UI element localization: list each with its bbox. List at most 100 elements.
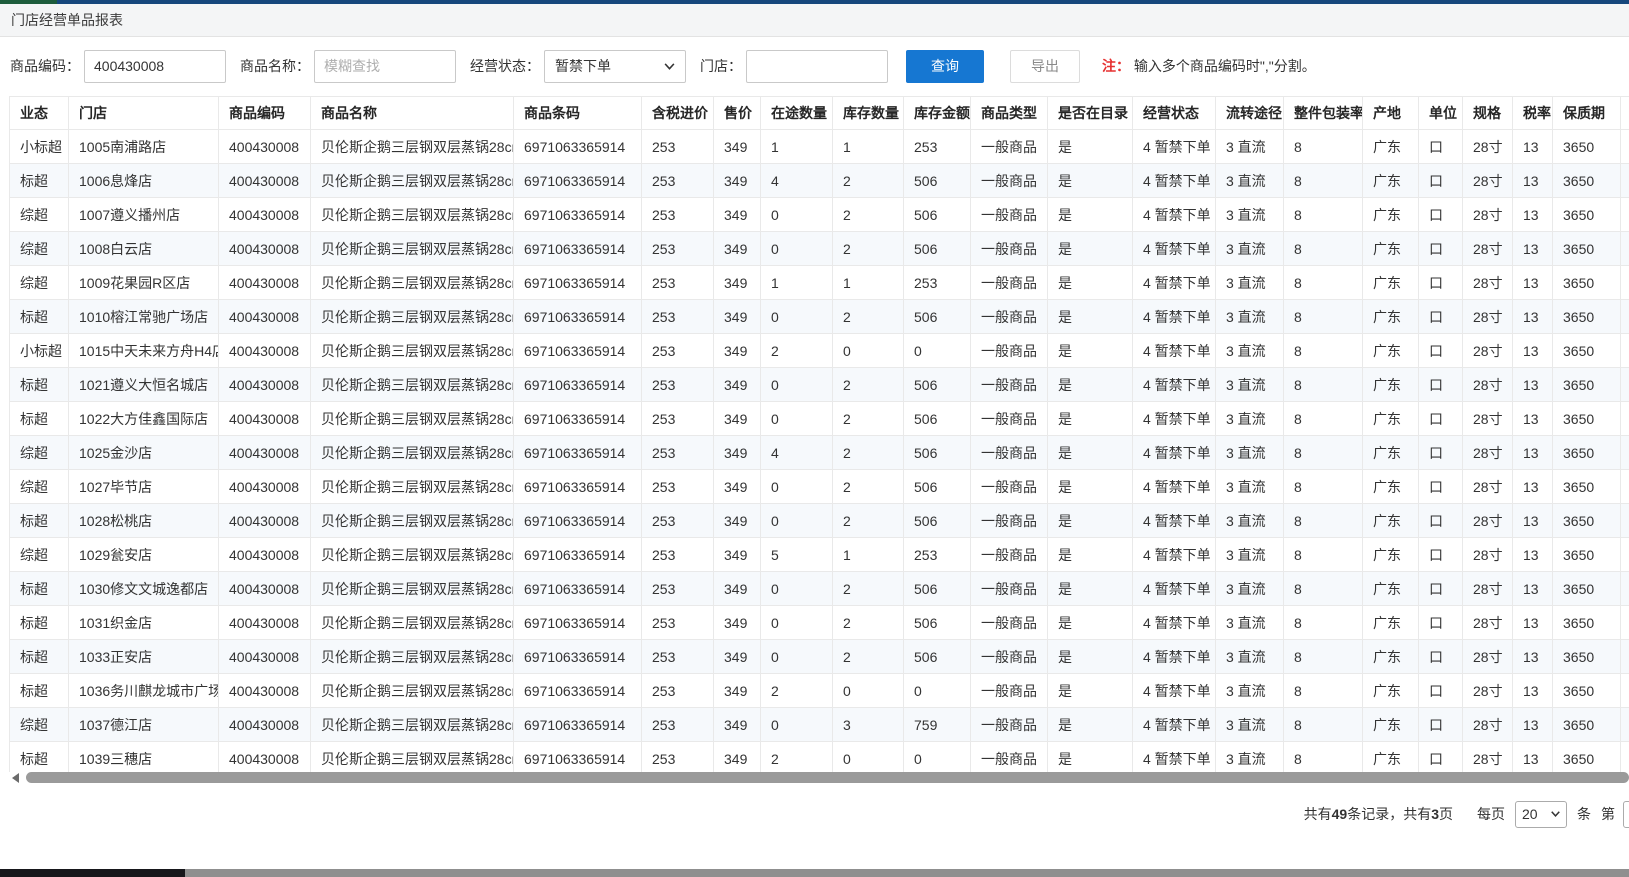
cell-stock_amount: 506: [904, 640, 971, 674]
product-code-label: 商品编码：: [10, 56, 80, 76]
cell-tax_rate: 13: [1513, 606, 1553, 640]
cell-unit: 口: [1419, 572, 1463, 606]
cell-price_with_tax: 253: [642, 266, 714, 300]
column-header-barcode: 商品条码: [514, 97, 642, 130]
cell-unit: 口: [1419, 334, 1463, 368]
cell-status: 4 暂禁下单: [1133, 606, 1216, 640]
cell-spec: 28寸: [1463, 708, 1513, 742]
cell-store: 1036务川麒龙城市广场店: [69, 674, 219, 708]
cell-stock_qty: 2: [833, 572, 904, 606]
bottom-bar-gray-segment[interactable]: [185, 869, 1629, 877]
product-code-input[interactable]: [84, 50, 226, 83]
cell-format: 标超: [10, 640, 69, 674]
search-button[interactable]: 查询: [906, 50, 984, 83]
cell-product_type: 一般商品: [971, 266, 1048, 300]
cell-shelf_life: 3650: [1553, 742, 1621, 773]
cell-format: 小标超: [10, 334, 69, 368]
cell-circulation: 3 直流: [1216, 504, 1284, 538]
cell-format: 综超: [10, 708, 69, 742]
page-number-input[interactable]: [1623, 801, 1629, 828]
cell-in_transit_qty: 1: [761, 130, 833, 164]
table-row: 综超1027毕节店400430008贝伦斯企鹅三层钢双层蒸锅28cm697106…: [10, 470, 1629, 504]
cell-product_name: 贝伦斯企鹅三层钢双层蒸锅28cm: [311, 470, 514, 504]
cell-clipped: [1621, 742, 1629, 773]
cell-product_name: 贝伦斯企鹅三层钢双层蒸锅28cm: [311, 640, 514, 674]
cell-in_transit_qty: 0: [761, 300, 833, 334]
cell-price_with_tax: 253: [642, 300, 714, 334]
cell-retail_price: 349: [714, 300, 761, 334]
cell-store: 1030修文文城逸都店: [69, 572, 219, 606]
cell-origin: 广东: [1363, 640, 1419, 674]
cell-product_name: 贝伦斯企鹅三层钢双层蒸锅28cm: [311, 368, 514, 402]
cell-spec: 28寸: [1463, 164, 1513, 198]
cell-product_code: 400430008: [219, 504, 311, 538]
cell-tax_rate: 13: [1513, 300, 1553, 334]
cell-circulation: 3 直流: [1216, 402, 1284, 436]
cell-retail_price: 349: [714, 334, 761, 368]
cell-unit: 口: [1419, 504, 1463, 538]
cell-pack_rate: 8: [1284, 198, 1363, 232]
scroll-left-arrow-icon[interactable]: [12, 773, 19, 783]
cell-tax_rate: 13: [1513, 538, 1553, 572]
cell-clipped: [1621, 402, 1629, 436]
report-table-wrapper: 业态门店商品编码商品名称商品条码含税进价售价在途数量库存数量库存金额商品类型是否…: [9, 96, 1629, 772]
report-table: 业态门店商品编码商品名称商品条码含税进价售价在途数量库存数量库存金额商品类型是否…: [9, 96, 1629, 772]
cell-status: 4 暂禁下单: [1133, 198, 1216, 232]
cell-stock_qty: 1: [833, 538, 904, 572]
cell-price_with_tax: 253: [642, 572, 714, 606]
column-header-unit: 单位: [1419, 97, 1463, 130]
cell-shelf_life: 3650: [1553, 198, 1621, 232]
column-header-clipped: [1621, 97, 1629, 130]
cell-shelf_life: 3650: [1553, 164, 1621, 198]
cell-product_name: 贝伦斯企鹅三层钢双层蒸锅28cm: [311, 164, 514, 198]
cell-barcode: 6971063365914: [514, 130, 642, 164]
cell-barcode: 6971063365914: [514, 640, 642, 674]
cell-product_type: 一般商品: [971, 232, 1048, 266]
cell-clipped: [1621, 198, 1629, 232]
cell-barcode: 6971063365914: [514, 538, 642, 572]
cell-price_with_tax: 253: [642, 232, 714, 266]
cell-spec: 28寸: [1463, 130, 1513, 164]
cell-barcode: 6971063365914: [514, 708, 642, 742]
scrollbar-thumb[interactable]: [26, 772, 1629, 783]
cell-spec: 28寸: [1463, 674, 1513, 708]
cell-tax_rate: 13: [1513, 164, 1553, 198]
cell-shelf_life: 3650: [1553, 334, 1621, 368]
product-name-input[interactable]: [314, 50, 456, 83]
cell-spec: 28寸: [1463, 538, 1513, 572]
cell-tax_rate: 13: [1513, 470, 1553, 504]
cell-clipped: [1621, 164, 1629, 198]
cell-retail_price: 349: [714, 572, 761, 606]
cell-barcode: 6971063365914: [514, 402, 642, 436]
cell-store: 1027毕节店: [69, 470, 219, 504]
cell-retail_price: 349: [714, 606, 761, 640]
horizontal-scrollbar[interactable]: [0, 772, 1629, 784]
cell-circulation: 3 直流: [1216, 266, 1284, 300]
cell-barcode: 6971063365914: [514, 572, 642, 606]
cell-product_type: 一般商品: [971, 300, 1048, 334]
page-size-select[interactable]: 20: [1515, 801, 1567, 828]
business-status-select[interactable]: 暂禁下单: [544, 50, 686, 83]
cell-retail_price: 349: [714, 436, 761, 470]
cell-product_name: 贝伦斯企鹅三层钢双层蒸锅28cm: [311, 334, 514, 368]
cell-retail_price: 349: [714, 402, 761, 436]
store-input[interactable]: [746, 50, 888, 83]
table-row: 标超1022大方佳鑫国际店400430008贝伦斯企鹅三层钢双层蒸锅28cm69…: [10, 402, 1629, 436]
cell-stock_amount: 506: [904, 572, 971, 606]
cell-stock_qty: 2: [833, 300, 904, 334]
cell-clipped: [1621, 130, 1629, 164]
cell-unit: 口: [1419, 164, 1463, 198]
cell-unit: 口: [1419, 436, 1463, 470]
filter-group-store: 门店：: [700, 50, 888, 83]
cell-status: 4 暂禁下单: [1133, 368, 1216, 402]
cell-stock_qty: 2: [833, 504, 904, 538]
cell-shelf_life: 3650: [1553, 606, 1621, 640]
export-button[interactable]: 导出: [1010, 50, 1080, 83]
cell-barcode: 6971063365914: [514, 368, 642, 402]
cell-spec: 28寸: [1463, 232, 1513, 266]
cell-circulation: 3 直流: [1216, 708, 1284, 742]
table-header-row: 业态门店商品编码商品名称商品条码含税进价售价在途数量库存数量库存金额商品类型是否…: [10, 97, 1629, 130]
table-row: 小标超1005南浦路店400430008贝伦斯企鹅三层钢双层蒸锅28cm6971…: [10, 130, 1629, 164]
cell-status: 4 暂禁下单: [1133, 130, 1216, 164]
cell-clipped: [1621, 538, 1629, 572]
